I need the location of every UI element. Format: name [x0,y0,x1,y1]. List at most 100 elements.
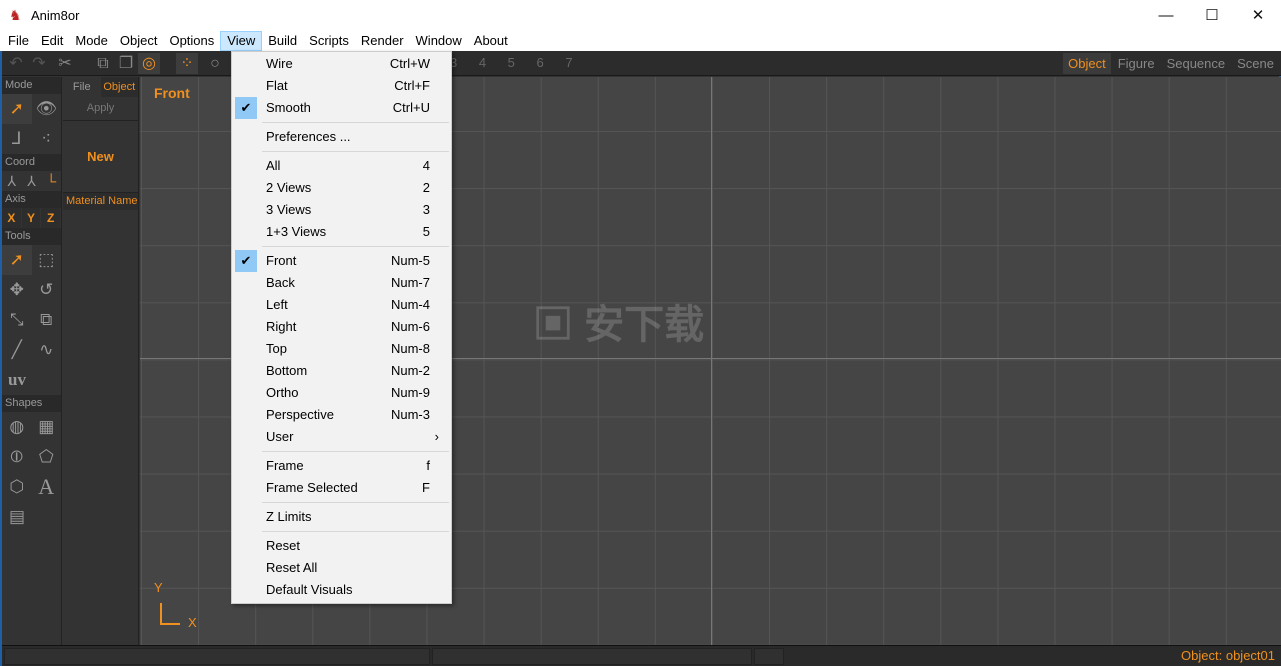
view-menu-item-smooth[interactable]: ✔ Smooth Ctrl+U [232,97,451,119]
view-menu-dropdown: Wire Ctrl+W Flat Ctrl+F ✔ Smooth Ctrl+U Prefere… [231,51,452,604]
menu-item-shortcut: Num-9 [390,385,430,400]
cylinder-icon[interactable]: ⦶ [2,442,32,472]
material-tab-object[interactable]: Object [100,77,138,97]
rotate-icon[interactable]: ↺ [32,275,62,305]
view-menu-item-ortho[interactable]: Ortho Num-9 [232,382,451,404]
copy-icon[interactable]: ⧉ [92,53,114,74]
menu-build[interactable]: Build [262,31,303,51]
menu-item-label: Smooth [266,100,311,115]
grid-icon[interactable]: ▤ [2,502,32,532]
menu-object[interactable]: Object [114,31,164,51]
view-menu-item-default-visuals[interactable]: Default Visuals [232,579,451,601]
view-menu-item-left[interactable]: Left Num-4 [232,294,451,316]
menu-edit[interactable]: Edit [35,31,69,51]
viewport-label: Front [154,85,190,101]
view-menu-item-perspective[interactable]: Perspective Num-3 [232,404,451,426]
view-menu-item-frame-selected[interactable]: Frame Selected F [232,477,451,499]
axis-y-toggle[interactable]: Y [21,208,41,228]
scale-icon[interactable]: ⤡ [2,305,32,335]
material-tab-file[interactable]: File [63,77,101,97]
menu-separator [232,119,451,126]
undo-icon[interactable]: ↶ [5,53,27,74]
view-menu-item-back[interactable]: Back Num-7 [232,272,451,294]
menu-mode[interactable]: Mode [69,31,114,51]
object-coord-icon[interactable]: └ [41,173,61,189]
close-button[interactable]: ✕ [1235,0,1281,30]
arrow-select-icon[interactable]: ➚ [2,94,32,124]
view-menu-item-1-3-views[interactable]: 1+3 Views 5 [232,221,451,243]
view-menu-item-preferences[interactable]: Preferences ... [232,126,451,148]
menu-item-label: Default Visuals [266,582,353,597]
view-menu-item-front[interactable]: ✔ Front Num-5 [232,250,451,272]
mode-sequence[interactable]: Sequence [1162,53,1231,74]
menu-render[interactable]: Render [355,31,410,51]
view-number-buttons[interactable]: 3 4 5 6 7 [450,55,582,70]
view-menu-item-reset-all[interactable]: Reset All [232,557,451,579]
geosphere-icon[interactable]: ⬠ [32,442,62,472]
mode-scene[interactable]: Scene [1232,53,1279,74]
view-menu-item-frame[interactable]: Frame f [232,455,451,477]
redo-icon[interactable]: ↷ [28,53,50,74]
arcball-icon[interactable]: ○ [204,53,226,74]
menu-window[interactable]: Window [410,31,468,51]
mode-figure[interactable]: Figure [1113,53,1160,74]
menu-separator [232,243,451,250]
eye-icon[interactable]: 👁 [32,94,62,124]
mode-object[interactable]: Object [1063,53,1111,74]
menu-scripts[interactable]: Scripts [303,31,355,51]
axes-icon[interactable]: ⅃ [2,124,32,154]
menu-about[interactable]: About [468,31,514,51]
menu-item-shortcut: Num-6 [390,319,430,334]
view-menu-item-all[interactable]: All 4 [232,155,451,177]
view-menu-item-user[interactable]: User › [232,426,451,448]
axis-z-toggle[interactable]: Z [41,208,61,228]
menu-separator [232,528,451,535]
menu-view[interactable]: View [220,30,263,51]
curve-icon[interactable]: ∿ [32,335,62,365]
apply-button[interactable]: Apply [63,97,138,121]
view-menu-item-top[interactable]: Top Num-8 [232,338,451,360]
axis-x-toggle[interactable]: X [2,208,21,228]
menu-item-label: Left [266,297,288,312]
tools-section-label: Tools [2,228,61,245]
sphere-icon[interactable]: ◍ [2,412,32,442]
non-uniform-scale-icon[interactable]: ⧉ [32,305,62,335]
view-menu-item-z-limits[interactable]: Z Limits [232,506,451,528]
title-bar: ♞ Anim8or — ☐ ✕ [0,0,1281,30]
line-icon[interactable]: ╱ [2,335,32,365]
cube-icon[interactable]: ▦ [32,412,62,442]
menu-options[interactable]: Options [163,31,220,51]
view-menu-item-right[interactable]: Right Num-6 [232,316,451,338]
shapes-section-label: Shapes [2,395,61,412]
points-icon[interactable]: ⁖ [32,124,62,154]
menu-item-label: Flat [266,78,288,93]
maximize-button[interactable]: ☐ [1189,0,1235,30]
paste-icon[interactable]: ❐ [115,53,137,74]
view-menu-item-bottom[interactable]: Bottom Num-2 [232,360,451,382]
world-coord-icon[interactable]: ⅄ [2,173,22,190]
move-icon[interactable]: ✥ [2,275,32,305]
menu-separator [232,148,451,155]
menu-file[interactable]: File [2,31,35,51]
drag-select-icon[interactable]: ⬚ [32,245,62,275]
select-tool-icon[interactable]: ➚ [2,245,32,275]
window-title: Anim8or [31,7,80,23]
view-menu-item-3-views[interactable]: 3 Views 3 [232,199,451,221]
cut-icon[interactable]: ✂ [54,53,76,74]
smooth-shade-icon[interactable]: ◎ [138,53,160,74]
material-panel: File Object Apply New Material Name [63,77,139,645]
view-menu-item-2-views[interactable]: 2 Views 2 [232,177,451,199]
view-menu-item-wire[interactable]: Wire Ctrl+W [232,53,451,75]
new-material-button[interactable]: New [63,121,138,193]
minimize-button[interactable]: — [1143,0,1189,30]
view-menu-item-reset[interactable]: Reset [232,535,451,557]
coord-section-label: Coord [2,154,61,171]
tool-panel: Mode ➚ 👁 ⅃ ⁖ Coord ⅄ ⅄ └ Axis X Y Z Tools ➚ ⬚… [2,77,62,645]
four-views-icon[interactable]: ⁘ [176,53,198,74]
polygon-icon[interactable]: ⬡ [2,472,32,502]
app-area: ↶ ↷ ✂ ⧉ ❐ ◎ ⁘ ○ 3 4 5 6 7 Object Figure … [0,51,1281,666]
view-menu-item-flat[interactable]: Flat Ctrl+F [232,75,451,97]
screen-coord-icon[interactable]: ⅄ [22,173,42,190]
uv-tool[interactable]: uv [2,365,32,395]
text-icon[interactable]: A [32,472,62,502]
